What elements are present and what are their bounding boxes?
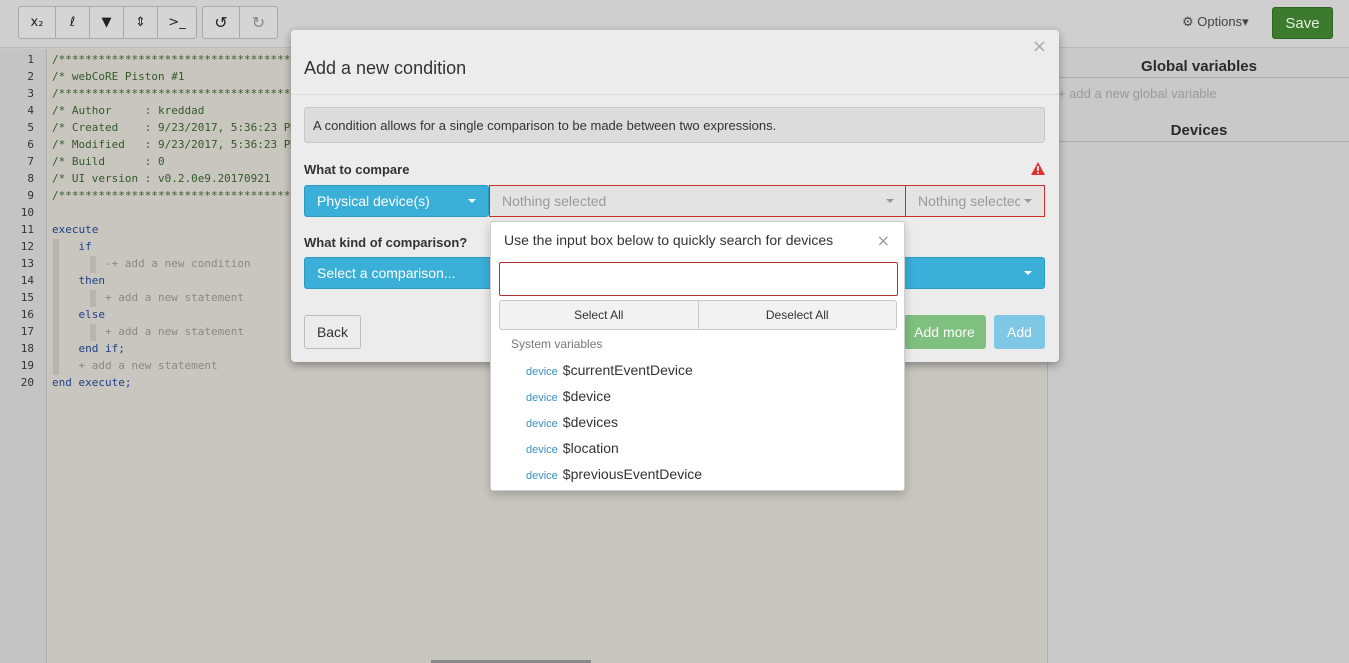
option-label: $devices <box>562 414 619 430</box>
caret-down-icon <box>886 199 894 203</box>
history-button-group: ↺ ↻ <box>202 6 278 39</box>
option-current-event-device[interactable]: device $currentEventDevice <box>526 362 693 378</box>
variable-icon[interactable]: ℓ <box>56 7 90 38</box>
code-line: then <box>52 274 105 287</box>
option-group-header: System variables <box>511 337 603 351</box>
line-number: 4 <box>27 104 34 117</box>
attribute-select-dropdown[interactable]: Nothing selectec <box>905 185 1045 217</box>
line-number: 17 <box>20 325 34 338</box>
code-line[interactable]: + add a new statement <box>52 291 244 304</box>
save-button[interactable]: Save <box>1272 7 1333 39</box>
caret-down-icon <box>1024 271 1032 275</box>
code-line: end if; <box>52 342 125 355</box>
option-label: $device <box>562 388 612 404</box>
line-number: 20 <box>20 376 34 389</box>
close-icon[interactable]: × <box>877 231 890 250</box>
filter-icon[interactable]: ▼ <box>90 7 124 38</box>
code-line: /************************************ <box>52 189 298 202</box>
code-line: /* Created : 9/23/2017, 5:36:23 PM <box>52 121 298 134</box>
line-number: 15 <box>20 291 34 304</box>
line-number: 18 <box>20 342 34 355</box>
option-tag: device <box>526 418 558 430</box>
line-number: 1 <box>27 53 34 66</box>
option-tag: device <box>526 392 558 404</box>
code-line: end execute; <box>52 376 132 389</box>
device-search-popup: Use the input box below to quickly searc… <box>490 221 905 491</box>
popup-header: Use the input box below to quickly searc… <box>504 232 834 248</box>
code-line: else <box>52 308 105 321</box>
line-number: 11 <box>20 223 34 236</box>
line-number-gutter: 1 2 3 4 5 6 7 8 9 10 11 12 13 14 15 16 17 18 19 20 <box>0 49 47 663</box>
line-number: 8 <box>27 172 34 185</box>
option-tag: device <box>526 366 558 378</box>
line-number: 6 <box>27 138 34 151</box>
modal-title: Add a new condition <box>304 58 467 78</box>
subscript-icon[interactable]: x₂ <box>19 7 56 38</box>
operand-type-dropdown[interactable]: Physical device(s) <box>304 185 489 217</box>
line-number: 5 <box>27 121 34 134</box>
line-number: 19 <box>20 359 34 372</box>
option-label: $location <box>562 440 619 456</box>
global-variables-title: Global variables <box>1048 58 1349 78</box>
comparison-value: Select a comparison... <box>317 265 456 281</box>
add-global-variable-link[interactable]: + add a new global variable <box>1058 86 1217 101</box>
code-line: /* UI version : v0.2.0e9.20170921 <box>52 172 271 185</box>
caret-down-icon <box>1024 199 1032 203</box>
line-number: 16 <box>20 308 34 321</box>
undo-icon[interactable]: ↺ <box>203 7 240 38</box>
back-button[interactable]: Back <box>304 315 361 349</box>
option-label: $currentEventDevice <box>562 362 693 378</box>
terminal-icon[interactable]: >_ <box>158 7 196 38</box>
option-previous-event-device[interactable]: device $previousEventDevice <box>526 466 702 482</box>
devices-title: Devices <box>1048 122 1349 142</box>
operand-type-label: Physical device(s) <box>317 193 430 209</box>
code-line: execute <box>52 223 99 236</box>
line-number: 3 <box>27 87 34 100</box>
code-line[interactable]: + add a new statement <box>52 325 244 338</box>
option-tag: device <box>526 444 558 456</box>
line-number: 14 <box>20 274 34 287</box>
select-button-group: Select All Deselect All <box>499 300 897 330</box>
code-line: /************************************ <box>52 87 298 100</box>
add-more-button[interactable]: Add more <box>903 315 986 349</box>
options-dropdown[interactable]: ⚙ Options▾ <box>1182 14 1249 30</box>
comparison-kind-label: What kind of comparison? <box>304 235 468 250</box>
line-number: 2 <box>27 70 34 83</box>
close-icon[interactable]: × <box>1032 36 1047 57</box>
line-number: 12 <box>20 240 34 253</box>
device-select-dropdown[interactable]: Nothing selected <box>489 185 906 217</box>
divider <box>291 94 1059 95</box>
option-label: $previousEventDevice <box>562 466 703 482</box>
line-number: 13 <box>20 257 34 270</box>
line-number: 7 <box>27 155 34 168</box>
device-select-value: Nothing selected <box>502 193 607 209</box>
option-tag: device <box>526 470 558 482</box>
device-search-input[interactable] <box>499 262 898 296</box>
sort-icon[interactable]: ⇕ <box>124 7 158 38</box>
code-line: /* Modified : 9/23/2017, 5:36:23 PM <box>52 138 298 151</box>
caret-down-icon <box>468 199 476 203</box>
code-line: /************************************ <box>52 53 298 66</box>
select-all-button[interactable]: Select All <box>500 301 699 329</box>
deselect-all-button[interactable]: Deselect All <box>699 301 897 329</box>
option-device[interactable]: device $device <box>526 388 611 404</box>
code-line: /* Author : kreddad <box>52 104 205 117</box>
line-number: 9 <box>27 189 34 202</box>
option-devices[interactable]: device $devices <box>526 414 618 430</box>
option-location[interactable]: device $location <box>526 440 619 456</box>
what-to-compare-label: What to compare <box>304 162 410 177</box>
code-line[interactable]: + add a new statement <box>52 359 217 372</box>
right-panel: Global variables + add a new global vari… <box>1047 49 1349 663</box>
redo-icon[interactable]: ↻ <box>240 7 277 38</box>
add-button[interactable]: Add <box>994 315 1045 349</box>
attribute-select-value: Nothing selectec <box>918 193 1020 209</box>
info-box: A condition allows for a single comparis… <box>304 107 1045 143</box>
line-number: 10 <box>20 206 34 219</box>
code-line: /* Build : 0 <box>52 155 165 168</box>
code-line: if <box>52 240 92 253</box>
format-button-group: x₂ ℓ ▼ ⇕ >_ <box>18 6 197 39</box>
code-line: /* webCoRE Piston #1 <box>52 70 185 83</box>
warning-icon <box>1031 162 1045 175</box>
code-line[interactable]: -+ add a new condition <box>52 257 251 270</box>
